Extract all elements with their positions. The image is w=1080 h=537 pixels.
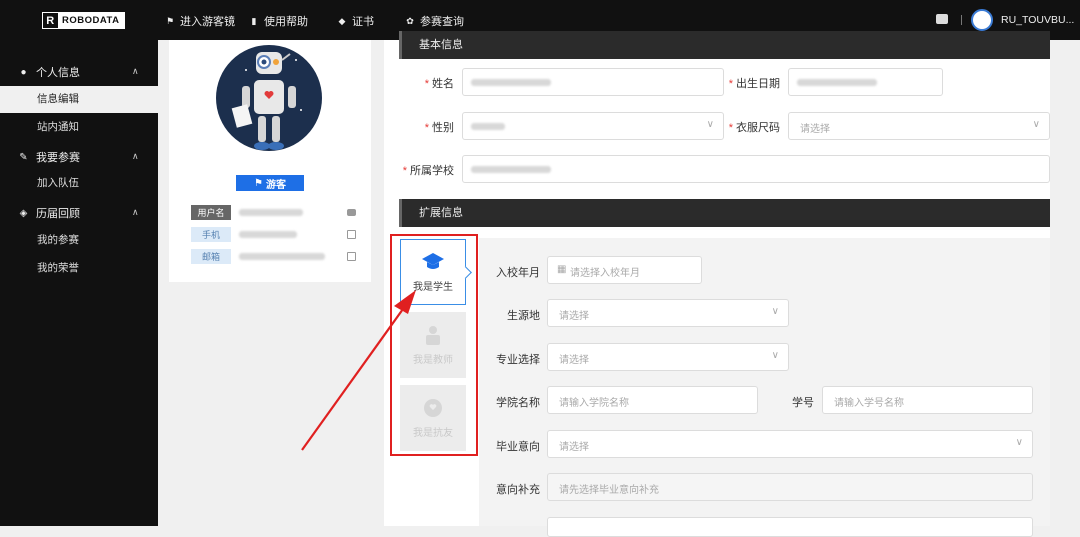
gender-label: * 性别 bbox=[424, 122, 454, 134]
major-select[interactable]: 请选择 ∨ bbox=[547, 343, 789, 371]
chevron-down-icon: ∨ bbox=[706, 119, 714, 130]
sidebar-item-my-entries[interactable]: 我的参赛 bbox=[0, 227, 158, 254]
name-label: * 姓名 bbox=[424, 78, 454, 90]
birth-date-input[interactable] bbox=[788, 68, 943, 96]
origin-label: 生源地 bbox=[507, 310, 540, 322]
sidebar-group-personal[interactable]: ● 个人信息 bbox=[18, 64, 80, 80]
calendar-icon: ▦ bbox=[557, 264, 567, 275]
chevron-up-icon[interactable]: ∧ bbox=[132, 66, 139, 77]
phone-tag: 手机 bbox=[191, 226, 231, 242]
sidebar-item-my-honors[interactable]: 我的荣誉 bbox=[0, 255, 158, 282]
divider bbox=[961, 15, 962, 25]
gender-select[interactable]: ∨ bbox=[462, 112, 724, 140]
next-field[interactable] bbox=[547, 517, 1033, 537]
sidebar-item-notifications[interactable]: 站内通知 bbox=[0, 114, 158, 141]
school-label: * 所属学校 bbox=[402, 165, 454, 177]
college-label: 学院名称 bbox=[496, 397, 540, 409]
nav-certificate[interactable]: ◆ 证书 bbox=[337, 13, 374, 29]
enroll-label: 入校年月 bbox=[496, 267, 540, 279]
sidebar-item-join-team[interactable]: 加入队伍 bbox=[0, 170, 158, 197]
nav-label: 参赛查询 bbox=[420, 16, 464, 28]
basic-info-header: 基本信息 bbox=[399, 31, 1050, 59]
edit-icon[interactable] bbox=[347, 230, 356, 239]
email-row: 邮箱 bbox=[191, 248, 356, 264]
email-tag: 邮箱 bbox=[191, 248, 231, 264]
cube-icon: ◈ bbox=[19, 207, 28, 219]
student-id-label: 学号 bbox=[792, 397, 814, 409]
group-label: 我要参赛 bbox=[36, 152, 80, 164]
badge-label: 游客 bbox=[265, 179, 286, 191]
lock-icon bbox=[347, 209, 356, 216]
edit-icon[interactable] bbox=[347, 252, 356, 261]
size-label: * 衣服尺码 bbox=[728, 122, 780, 134]
username-row: 用户名 bbox=[191, 204, 356, 220]
intent-input[interactable]: 请先选择毕业意向补充 bbox=[547, 473, 1033, 501]
nav-query[interactable]: ✿ 参赛查询 bbox=[405, 13, 464, 29]
username-tag: 用户名 bbox=[191, 204, 231, 220]
sidebar: ● 个人信息 ∧ 信息编辑 站内通知 ✎ 我要参赛 ∧ 加入队伍 ◈ 历届回顾 … bbox=[0, 40, 158, 526]
chevron-down-icon: ∨ bbox=[771, 306, 779, 317]
diamond-icon: ◆ bbox=[338, 15, 346, 26]
brand-letter: R bbox=[43, 13, 58, 28]
size-select[interactable]: 请选择 ∨ bbox=[788, 112, 1050, 140]
enroll-date-input[interactable]: ▦ 请选择入校年月 bbox=[547, 256, 702, 284]
phone-value bbox=[239, 230, 297, 238]
group-label: 历届回顾 bbox=[36, 208, 80, 220]
flag-icon: ⚑ bbox=[254, 177, 263, 189]
chevron-down-icon: ∨ bbox=[771, 350, 779, 361]
school-input[interactable] bbox=[462, 155, 1050, 183]
username[interactable]: RU_TOUVBU... bbox=[1001, 14, 1074, 26]
chevron-up-icon[interactable]: ∧ bbox=[132, 151, 139, 162]
chevron-down-icon: ∨ bbox=[1032, 119, 1040, 130]
nav-tourist-mirror[interactable]: ⚑ 进入游客镜 bbox=[165, 13, 235, 29]
college-input[interactable]: 请输入学院名称 bbox=[547, 386, 758, 414]
email-value bbox=[239, 252, 325, 260]
phone-row: 手机 bbox=[191, 226, 356, 242]
nav-help[interactable]: ▮ 使用帮助 bbox=[249, 13, 308, 29]
origin-select[interactable]: 请选择 ∨ bbox=[547, 299, 789, 327]
nav-label: 进入游客镜 bbox=[180, 16, 235, 28]
user-icon: ● bbox=[20, 66, 27, 78]
chevron-down-icon: ∨ bbox=[1015, 437, 1023, 448]
group-label: 个人信息 bbox=[36, 67, 80, 79]
gear-icon: ✿ bbox=[406, 15, 414, 26]
nav-label: 证书 bbox=[352, 16, 374, 28]
book-icon: ▮ bbox=[251, 15, 257, 26]
user-avatar[interactable] bbox=[971, 9, 993, 31]
sidebar-group-history[interactable]: ◈ 历届回顾 bbox=[18, 205, 80, 221]
username-value bbox=[239, 208, 303, 216]
name-input[interactable] bbox=[462, 68, 724, 96]
graduation-label: 毕业意向 bbox=[496, 441, 540, 453]
brand-logo[interactable]: R ROBODATA bbox=[42, 12, 126, 29]
flag-icon: ⚑ bbox=[165, 15, 175, 26]
message-icon[interactable] bbox=[936, 14, 948, 24]
birth-label: * 出生日期 bbox=[728, 78, 780, 90]
ext-info-header: 扩展信息 bbox=[399, 199, 1050, 227]
graduation-select[interactable]: 请选择 ∨ bbox=[547, 430, 1033, 458]
pen-icon: ✎ bbox=[19, 151, 28, 163]
major-label: 专业选择 bbox=[496, 354, 540, 366]
chevron-up-icon[interactable]: ∧ bbox=[132, 207, 139, 218]
sidebar-group-compete[interactable]: ✎ 我要参赛 bbox=[18, 149, 80, 165]
brand-name: ROBODATA bbox=[62, 15, 120, 26]
guest-badge: ⚑ 游客 bbox=[236, 175, 304, 191]
intent-label: 意向补充 bbox=[496, 484, 540, 496]
robot-avatar[interactable] bbox=[216, 40, 322, 160]
student-id-input[interactable]: 请输入学号名称 bbox=[822, 386, 1033, 414]
profile-card: ⚑ 游客 用户名 手机 邮箱 bbox=[169, 40, 371, 282]
annotation-arrow bbox=[301, 290, 416, 451]
sidebar-item-info-edit[interactable]: 信息编辑 bbox=[0, 86, 158, 113]
nav-label: 使用帮助 bbox=[264, 16, 308, 28]
